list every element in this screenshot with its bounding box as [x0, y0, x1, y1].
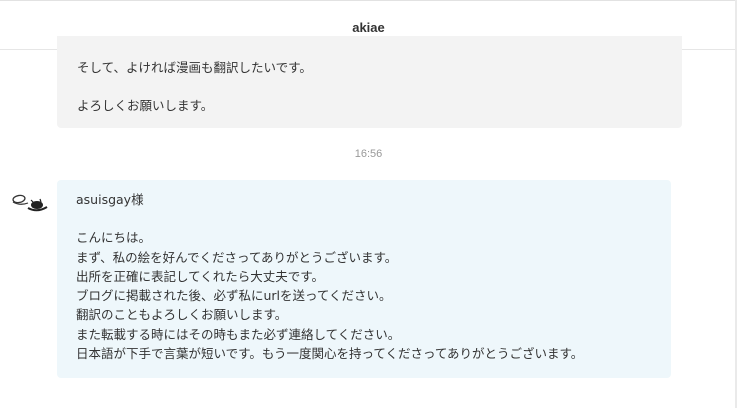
doodle-avatar-icon[interactable]: [10, 191, 50, 217]
message-timestamp: 16:56: [354, 148, 383, 160]
conversation-title: akiae: [352, 20, 385, 35]
message-greeting: asuisgay様: [76, 192, 144, 207]
message-line: まず、私の絵を好んでくださってありがとうございます。: [76, 249, 398, 265]
message-line: よろしくお願いします。: [77, 98, 214, 114]
message-line: また転載する時にはその時もまた必ず連絡してください。: [76, 326, 401, 342]
message-line: 日本語が下手で言葉が短いです。もう一度関心を持ってくださってありがとうございます…: [76, 346, 584, 362]
message-bubble-received: asuisgay様 こんにちは。 まず、私の絵を好んでくださってありがとうござい…: [57, 180, 671, 378]
message-line: 翻訳のこともよろしくお願いします。: [76, 307, 288, 323]
message-line: 出所を正確に表記してくれたら大丈夫です。: [76, 268, 325, 284]
message-bubble-sent: そして、よければ漫画も翻訳したいです。 よろしくお願いします。: [57, 36, 682, 128]
message-line: こんにちは。: [76, 230, 152, 246]
message-line: ブログに掲載された後、必ず私にurlを送ってください。: [76, 288, 392, 304]
message-line: そして、よければ漫画も翻訳したいです。: [77, 60, 312, 75]
